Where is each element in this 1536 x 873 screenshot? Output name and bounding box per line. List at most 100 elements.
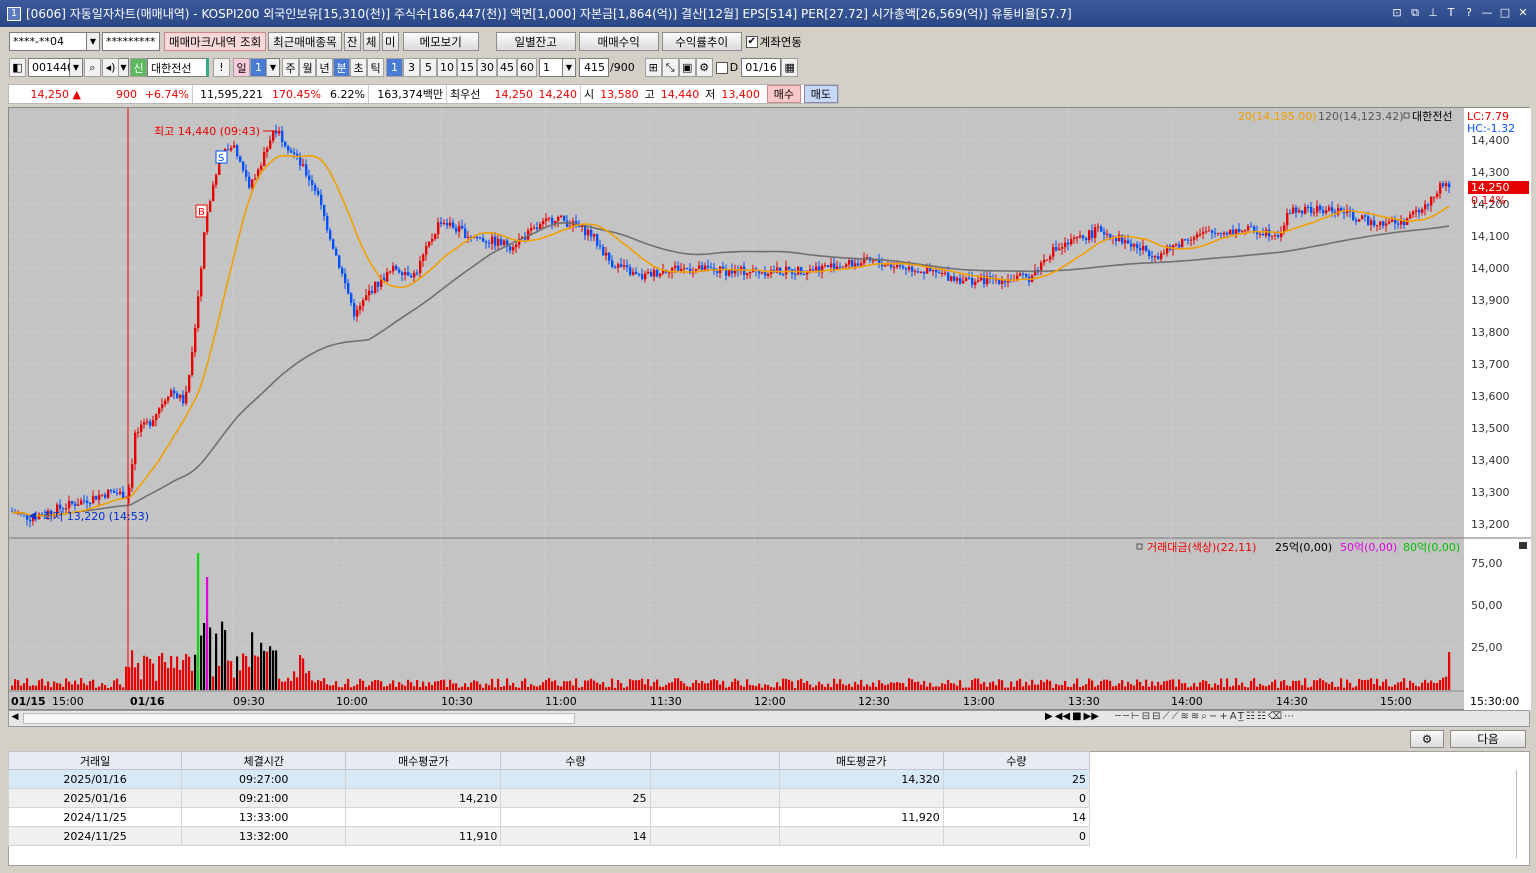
volume-bar xyxy=(1181,683,1184,690)
line-tool-icon[interactable]: ╌╌ xyxy=(1115,711,1131,722)
rewind-icon[interactable]: ◀◀ xyxy=(1055,711,1070,722)
unfilled-button[interactable]: 미 xyxy=(381,32,399,51)
plus-icon[interactable]: + xyxy=(1219,711,1229,722)
scroll-left-icon[interactable]: ◀ xyxy=(9,712,21,725)
table-row[interactable]: 2024/11/25 13:32:00 11,910 14 0 xyxy=(7,826,1091,846)
vol-panel-close-icon[interactable] xyxy=(1519,542,1527,549)
table-row[interactable]: 2024/11/25 13:33:00 11,920 14 xyxy=(7,807,1091,827)
volume-bar xyxy=(299,655,302,690)
date-input[interactable]: 01/16 xyxy=(741,58,782,77)
interval-3[interactable]: 3 xyxy=(403,58,420,77)
zoom-tool-icon[interactable]: ⊞ xyxy=(644,58,662,77)
help-icon[interactable]: ? xyxy=(1462,5,1476,20)
drawing-tools[interactable]: ╌╌⊢⊟⊟⟋⟋≋≋⌕−+AT̲☷☷⌫⋯ xyxy=(1115,711,1296,722)
account-link-checkbox[interactable]: ✔ 계좌연동 xyxy=(745,34,802,50)
period-minute[interactable]: 분 xyxy=(333,58,350,77)
interval-5[interactable]: 5 xyxy=(420,58,437,77)
price-tick-label: 13,400 xyxy=(1471,454,1510,467)
text2-tool-icon[interactable]: T̲ xyxy=(1238,711,1246,722)
cross-tool-icon[interactable]: ⤡ xyxy=(661,58,679,77)
search-icon[interactable]: ⌕ xyxy=(84,58,101,77)
minimize-icon[interactable]: — xyxy=(1480,5,1494,20)
sell-button[interactable]: 매도 xyxy=(803,85,838,103)
buy-button[interactable]: 매수 xyxy=(766,85,801,103)
memo-button[interactable]: 메모보기 xyxy=(402,32,479,51)
unit-input[interactable]: 1 xyxy=(539,58,563,77)
grid-settings-icon[interactable]: ⚙ xyxy=(1410,730,1444,748)
volume-bar xyxy=(314,682,317,690)
period-second[interactable]: 초 xyxy=(350,58,367,77)
chart-type-icon[interactable]: ◧ xyxy=(9,58,26,77)
code-dropdown-icon[interactable]: ▼ xyxy=(70,58,83,77)
stock-code-input[interactable]: 001440 xyxy=(28,58,74,77)
recent-trades-button[interactable]: 최근매매종목 xyxy=(268,32,342,51)
day-dropdown-icon[interactable]: ▼ xyxy=(267,58,280,77)
stop-icon[interactable]: ■ xyxy=(1072,711,1081,722)
price-chart-svg[interactable]: 14,40014,30014,20014,10014,00013,90013,8… xyxy=(9,108,1531,711)
balance-button[interactable]: 잔 xyxy=(343,32,361,51)
link-icon[interactable]: ⊡ xyxy=(1390,5,1404,20)
interval-45[interactable]: 45 xyxy=(497,58,517,77)
daily-balance-button[interactable]: 일별잔고 xyxy=(495,32,576,51)
candle-body xyxy=(137,431,140,433)
period-day[interactable]: 일 xyxy=(233,58,250,77)
interval-60[interactable]: 60 xyxy=(517,58,537,77)
mark-query-button[interactable]: 매매마크/내역 조회 xyxy=(164,32,267,51)
alert-button[interactable]: ! xyxy=(213,58,230,77)
profit-trend-button[interactable]: 수익률추이 xyxy=(661,32,742,51)
hline-tool-icon[interactable]: ⊢ xyxy=(1131,711,1142,722)
fib-tool-icon[interactable]: ≋≋ xyxy=(1181,711,1202,722)
trend-tool-icon[interactable]: ⟋⟋ xyxy=(1163,711,1181,722)
volume-bar xyxy=(1142,686,1145,690)
interval-1[interactable]: 1 xyxy=(386,58,403,77)
close-icon[interactable]: ✕ xyxy=(1516,5,1530,20)
more-icon[interactable]: ⋯ xyxy=(1284,711,1296,722)
minus-icon[interactable]: − xyxy=(1209,711,1219,722)
filled-button[interactable]: 체 xyxy=(362,32,380,51)
calendar-icon[interactable]: ▦ xyxy=(781,58,799,77)
interval-10[interactable]: 10 xyxy=(437,58,457,77)
account-dropdown-icon[interactable]: ▼ xyxy=(87,32,100,51)
period-week[interactable]: 주 xyxy=(282,58,299,77)
period-year[interactable]: 년 xyxy=(316,58,333,77)
period-tick[interactable]: 틱 xyxy=(367,58,384,77)
next-button[interactable]: 다음 xyxy=(1450,730,1526,748)
fastforward-icon[interactable]: ▶▶ xyxy=(1084,711,1099,722)
erase-icon[interactable]: ⌫ xyxy=(1268,711,1284,722)
scroll-thumb[interactable] xyxy=(23,713,575,724)
volume-bar xyxy=(737,680,740,690)
save-icon[interactable]: ▣ xyxy=(678,58,696,77)
interval-15[interactable]: 15 xyxy=(457,58,477,77)
password-input[interactable]: ********* xyxy=(102,32,160,51)
table-row[interactable]: 2025/01/16 09:21:00 14,210 25 0 xyxy=(7,788,1091,808)
text-tool-icon[interactable]: A xyxy=(1230,711,1238,722)
unit-dropdown-icon[interactable]: ▼ xyxy=(563,58,576,77)
trade-profit-button[interactable]: 매매수익 xyxy=(578,32,659,51)
zoom-icon[interactable]: ⌕ xyxy=(1201,711,1209,722)
font-icon[interactable]: T xyxy=(1444,5,1458,20)
chart-scrollbar[interactable]: ◀ ▶ ◀◀ ■ ▶▶ ╌╌⊢⊟⊟⟋⟋≋≋⌕−+AT̲☷☷⌫⋯ xyxy=(8,710,1530,727)
chart-area[interactable]: 14,400 14,300 14,200 14,100 14,000 13,900 13,8… xyxy=(8,107,1531,711)
settings-icon[interactable]: ⚙ xyxy=(695,58,713,77)
sound-icon[interactable]: ◂) xyxy=(102,58,119,77)
table-row[interactable]: 2025/01/16 09:27:00 14,320 25 xyxy=(7,769,1091,789)
grid-tool-icon[interactable]: ☷☷ xyxy=(1246,711,1268,722)
volume-bar xyxy=(614,687,617,690)
account-input[interactable]: ****-**04 xyxy=(9,32,87,51)
period-day-count[interactable]: 1 xyxy=(250,58,267,77)
d-checkbox[interactable] xyxy=(715,61,728,74)
volume-bar xyxy=(353,686,356,690)
step-right-icon[interactable]: ▶ xyxy=(1045,711,1053,722)
sound-dropdown-icon[interactable]: ▼ xyxy=(119,58,129,77)
candle-body xyxy=(812,269,815,271)
maximize-icon[interactable]: □ xyxy=(1498,5,1512,20)
interval-30[interactable]: 30 xyxy=(477,58,497,77)
box-tool-icon[interactable]: ⊟⊟ xyxy=(1142,711,1163,722)
checkbox-icon[interactable]: ✔ xyxy=(745,35,758,48)
pin-icon[interactable]: ⊥ xyxy=(1426,5,1440,20)
period-month[interactable]: 월 xyxy=(299,58,316,77)
bar-count-input[interactable]: 415 xyxy=(579,58,609,77)
copy-icon[interactable]: ⧉ xyxy=(1408,5,1422,20)
table-scrollbar[interactable] xyxy=(1516,770,1524,858)
stock-name-field[interactable]: 대한전선 xyxy=(147,58,209,77)
